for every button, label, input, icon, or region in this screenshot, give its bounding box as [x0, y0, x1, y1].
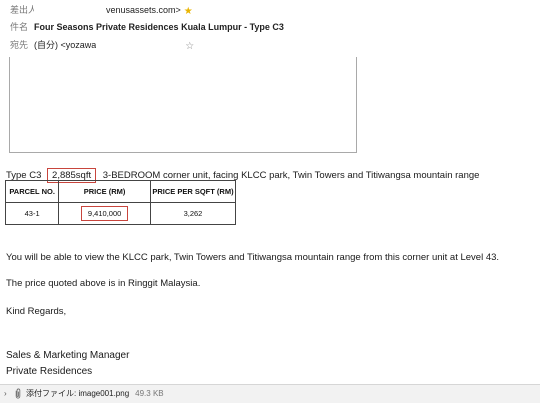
from-value[interactable]: venusassets.com> ★: [34, 1, 193, 19]
price-highlight: 9,410,000: [80, 206, 129, 221]
paragraph-view: You will be able to view the KLCC park, …: [6, 252, 500, 263]
paragraph-currency: The price quoted above is in Ringgit Mal…: [6, 278, 201, 289]
signature-title: Sales & Marketing Manager: [6, 350, 130, 361]
subject-value: Four Seasons Private Residences Kuala Lu…: [34, 22, 284, 32]
attachment-bar[interactable]: › 添付ファイル: image001.png 49.3 KB: [0, 384, 540, 403]
to-value[interactable]: (自分) <yozawa ☆: [34, 36, 194, 54]
star-outline-icon[interactable]: ☆: [185, 42, 194, 52]
message-header: 差出人 venusassets.com> ★ 件名 Four Seasons Pr…: [0, 0, 540, 54]
signature-company: Private Residences: [6, 366, 93, 377]
paperclip-icon: [15, 388, 21, 399]
redacted-sender-name: [34, 5, 106, 16]
cell-parcel-no: 43-1: [4, 202, 60, 225]
to-address: (自分) <yozawa: [34, 40, 97, 50]
from-address: venusassets.com>: [106, 5, 181, 15]
table-row: 43-1 9,410,000 3,262: [4, 202, 237, 225]
redacted-recipient: [96, 40, 183, 51]
table-header-row: PARCEL NO. PRICE (RM) PRICE PER SQFT (RM…: [4, 180, 237, 203]
paragraph-regards: Kind Regards,: [6, 306, 67, 317]
price-table: PARCEL NO. PRICE (RM) PRICE PER SQFT (RM…: [4, 180, 237, 225]
header-price: PRICE (RM): [58, 180, 151, 203]
cell-price-per-sqft: 3,262: [149, 202, 237, 225]
subject-label: 件名: [10, 22, 29, 32]
embedded-image: [9, 57, 357, 153]
header-parcel-no: PARCEL NO.: [4, 180, 60, 203]
chevron-right-icon[interactable]: ›: [4, 385, 7, 403]
star-filled-icon[interactable]: ★: [184, 7, 193, 17]
attachment-size: 49.3 KB: [135, 389, 164, 398]
attachment-item[interactable]: 添付ファイル: image001.png 49.3 KB: [26, 385, 164, 403]
to-label: 宛先: [10, 40, 29, 50]
cell-price: 9,410,000: [58, 202, 151, 225]
header-price-per-sqft: PRICE PER SQFT (RM): [149, 180, 237, 203]
from-label: 差出人: [10, 5, 38, 15]
attachment-name: 添付ファイル: image001.png: [26, 389, 130, 398]
